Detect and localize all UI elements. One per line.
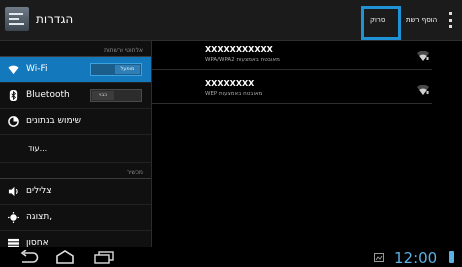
settings-item-storage[interactable]: אחסון [0, 231, 151, 247]
wifi-network-list: XXXXXXXXXXX WPA/WPA2 מאובטח באמצעות XXXX… [152, 41, 462, 247]
network-row[interactable]: XXXXXXXXXXX WPA/WPA2 מאובטח באמצעות [152, 41, 432, 70]
network-row[interactable]: XXXXXXXX WEP מאובטח באמצעות [152, 75, 432, 104]
settings-item-bluetooth[interactable]: Bluetooth כבוי [0, 83, 151, 109]
settings-item-label: תצוגה, [26, 212, 53, 222]
settings-item-more[interactable]: עוד... [0, 135, 151, 163]
wifi-toggle-label: מופעל [115, 65, 140, 74]
section-header-device: מכשיר [0, 163, 151, 179]
settings-item-display[interactable]: תצוגה, [0, 205, 151, 231]
display-icon [8, 212, 19, 223]
wifi-icon [8, 65, 19, 75]
action-bar: הגדרות סרוק הוסף רשת [0, 0, 462, 41]
storage-icon [8, 238, 19, 247]
network-ssid: XXXXXXXX [205, 79, 255, 88]
system-navigation-bar: 12:00 [0, 247, 462, 267]
settings-item-wifi[interactable]: Wi-Fi מופעל [0, 57, 151, 83]
settings-item-label: Bluetooth [26, 90, 70, 100]
settings-item-label: צלילים [26, 186, 52, 196]
settings-item-label: שימוש בנתונים [26, 116, 81, 126]
overflow-menu-icon[interactable] [449, 12, 452, 28]
data-usage-icon [8, 116, 19, 127]
wifi-signal-icon [417, 85, 429, 95]
settings-item-sound[interactable]: צלילים [0, 179, 151, 205]
screenshot-icon [374, 253, 384, 262]
scan-button[interactable]: סרוק [370, 16, 385, 24]
wifi-signal-icon [417, 51, 429, 61]
back-icon[interactable] [18, 250, 40, 264]
sound-icon [8, 186, 18, 197]
settings-app-icon[interactable] [5, 7, 29, 31]
network-security: WPA/WPA2 מאובטח באמצעות [205, 57, 280, 63]
network-ssid: XXXXXXXXXXX [205, 45, 273, 54]
bluetooth-toggle-label: כבוי [92, 91, 114, 100]
clock: 12:00 [394, 249, 438, 267]
bluetooth-toggle[interactable]: כבוי [90, 89, 142, 102]
wifi-toggle[interactable]: מופעל [90, 63, 142, 76]
section-header-wireless: אלחוטי ורשתות [0, 41, 151, 57]
settings-list: אלחוטי ורשתות Wi-Fi מופעל Bluetooth כבוי… [0, 41, 151, 247]
app-title: הגדרות [36, 12, 74, 26]
battery-icon [449, 251, 454, 263]
settings-item-label: אחסון [26, 238, 49, 247]
add-network-button[interactable]: הוסף רשת [406, 16, 437, 24]
settings-item-data-usage[interactable]: שימוש בנתונים [0, 109, 151, 135]
settings-item-label: Wi-Fi [26, 64, 48, 74]
home-icon[interactable] [54, 250, 76, 264]
bluetooth-icon [9, 90, 18, 101]
network-security: WEP מאובטח באמצעות [205, 91, 263, 97]
recent-apps-icon[interactable] [93, 251, 115, 264]
